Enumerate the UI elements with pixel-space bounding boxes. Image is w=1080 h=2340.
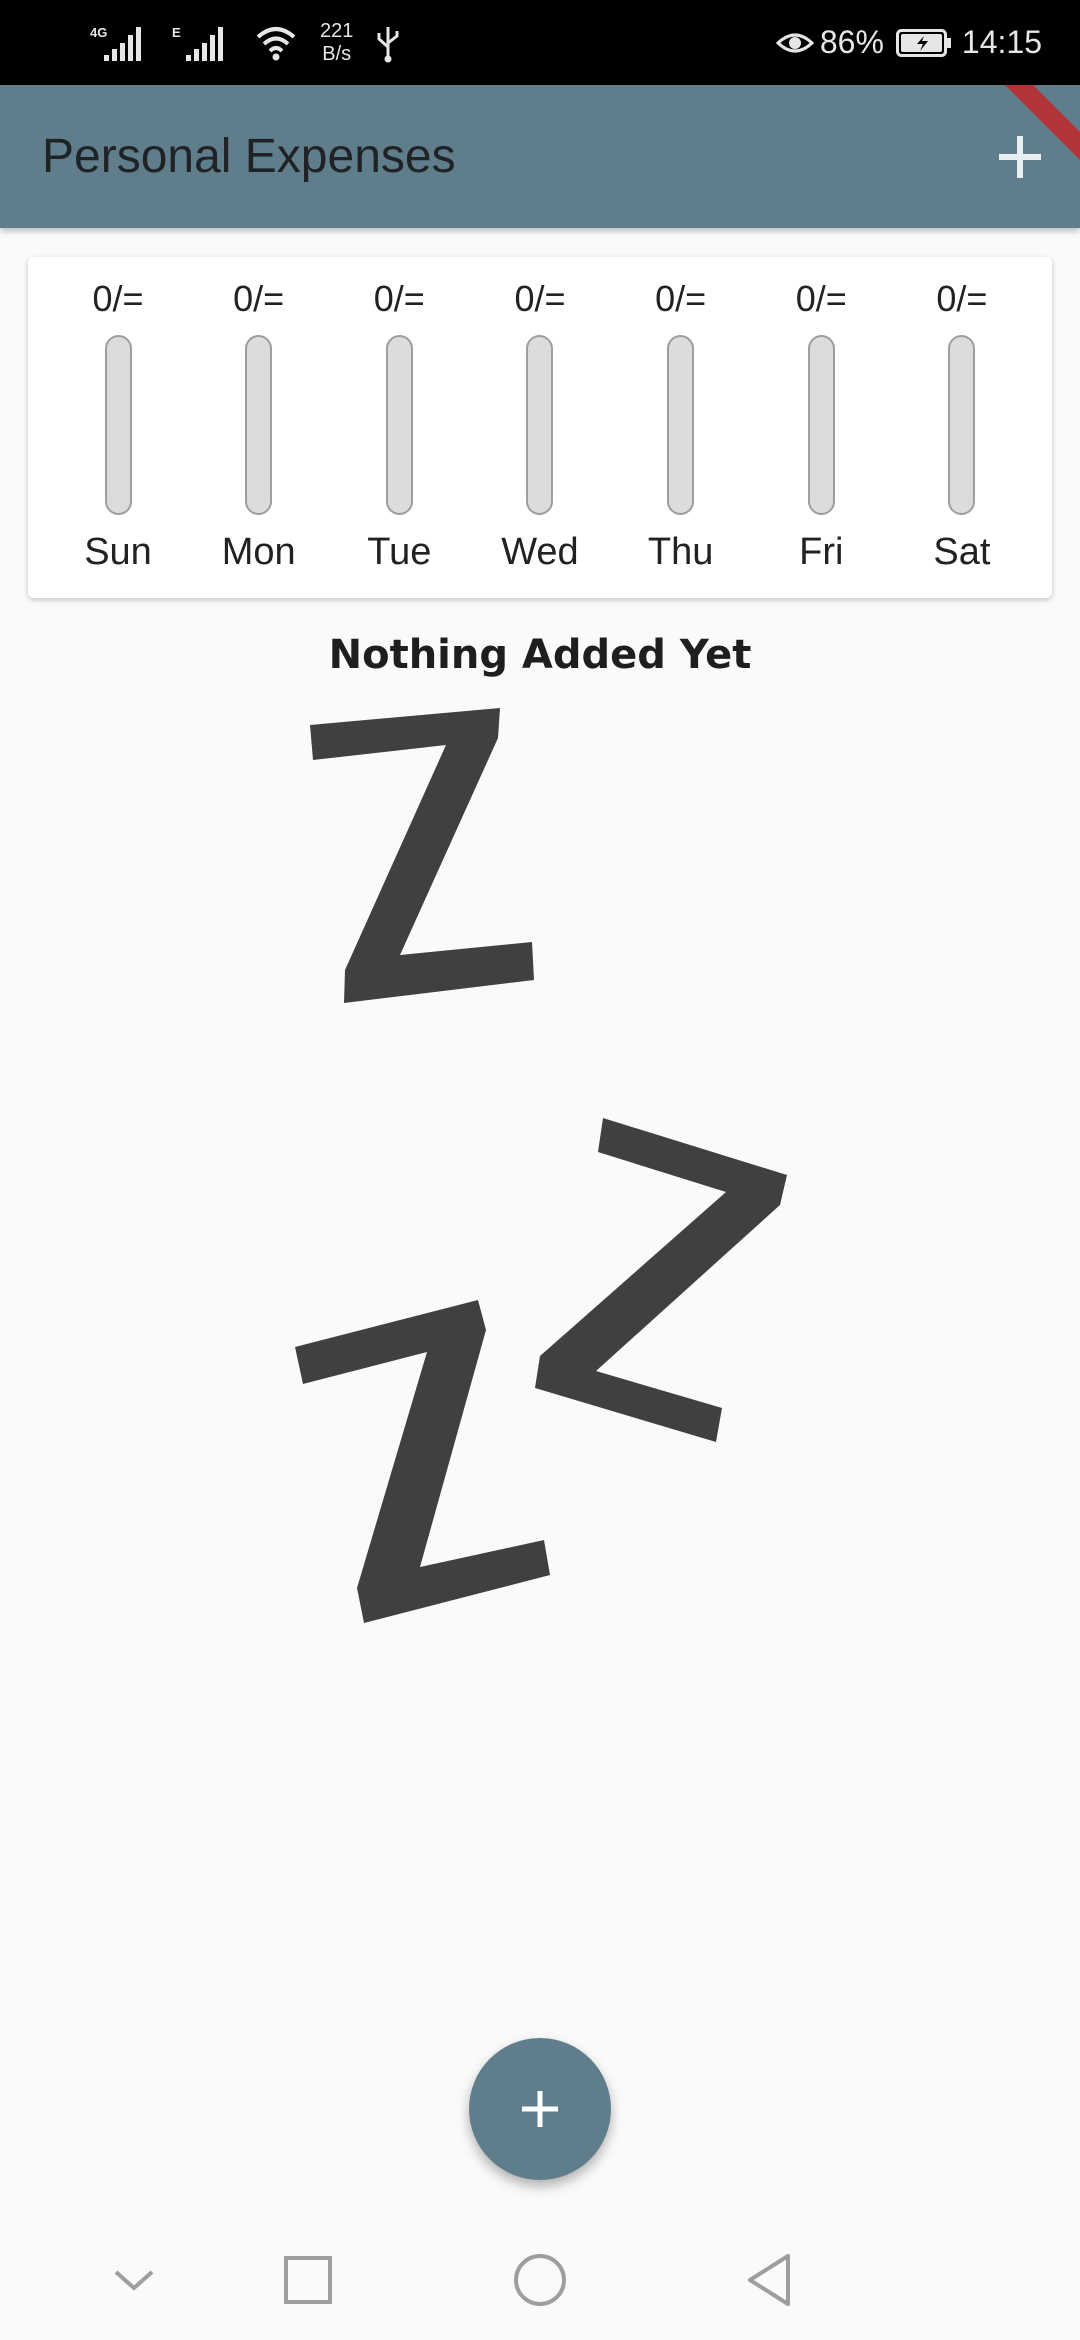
usb-icon [377, 26, 399, 62]
speed-unit: B/s [322, 42, 352, 65]
bar-track [667, 335, 695, 515]
bar-track [807, 335, 835, 515]
eye-comfort-icon [775, 33, 814, 52]
bar-amount: 0/= [373, 278, 425, 319]
status-bar: 4G E 221 B/s 86% 14:15 [0, 0, 1080, 85]
chart-bar-fri: 0/= Fri [771, 257, 871, 598]
battery-charging-icon [895, 28, 951, 57]
z-letter-bottom [295, 1300, 550, 1623]
bar-day-label: Wed [501, 531, 579, 573]
bar-amount: 0/= [233, 278, 285, 319]
bar-day-label: Fri [799, 531, 844, 573]
bar-amount: 0/= [514, 278, 566, 319]
recents-square-icon[interactable] [278, 2250, 338, 2310]
chart-bar-wed: 0/= Wed [490, 257, 590, 598]
back-triangle-icon[interactable] [740, 2250, 800, 2310]
add-transaction-button[interactable] [982, 119, 1058, 195]
bar-amount: 0/= [655, 278, 707, 319]
chart-bars: 0/= Sun 0/= Mon 0/= Tue 0/= Wed 0/= Thu … [28, 257, 1052, 598]
signal-4g-icon: 4G [90, 21, 150, 65]
app-title: Personal Expenses [42, 130, 456, 183]
zzz-sleep-icon [295, 708, 787, 1623]
bar-day-label: Mon [221, 531, 296, 573]
add-transaction-fab[interactable] [469, 2038, 611, 2180]
empty-state-title: Nothing Added Yet [328, 632, 752, 678]
status-left: 4G E 221 B/s [90, 0, 401, 85]
clock: 14:15 [961, 24, 1042, 60]
chart-bar-sun: 0/= Sun [68, 257, 168, 598]
battery-percent: 86% [819, 24, 884, 60]
bar-amount: 0/= [92, 278, 144, 319]
bar-track [526, 335, 554, 515]
chart-bar-sat: 0/= Sat [912, 257, 1012, 598]
bar-day-label: Thu [647, 531, 714, 573]
home-circle-icon[interactable] [510, 2250, 570, 2310]
signal-e-icon: E [172, 21, 232, 65]
app-bar: Personal Expenses [0, 85, 1080, 228]
z-letter-middle [535, 1118, 787, 1442]
chart-bar-thu: 0/= Thu [631, 257, 731, 598]
bar-day-label: Tue [367, 531, 432, 573]
z-letter-top [310, 708, 534, 1003]
bar-day-label: Sun [84, 531, 152, 573]
bar-track [948, 335, 976, 515]
weekly-chart-card: 0/= Sun 0/= Mon 0/= Tue 0/= Wed 0/= Thu … [28, 257, 1052, 598]
bar-amount: 0/= [795, 278, 847, 319]
bar-track [245, 335, 273, 515]
chevron-down-icon[interactable] [104, 2250, 164, 2310]
chart-bar-tue: 0/= Tue [349, 257, 449, 598]
chart-bar-mon: 0/= Mon [209, 257, 309, 598]
wifi-icon [256, 26, 296, 60]
system-nav-bar [0, 2220, 1080, 2340]
network-speed: 221 B/s [320, 20, 353, 66]
bar-day-label: Sat [933, 531, 991, 573]
status-right: 86% 14:15 [775, 0, 1042, 85]
bar-track [385, 335, 413, 515]
speed-value: 221 [320, 19, 354, 42]
plus-icon [999, 136, 1041, 178]
plus-icon [522, 2091, 558, 2127]
bar-track [104, 335, 132, 515]
bar-amount: 0/= [936, 278, 988, 319]
